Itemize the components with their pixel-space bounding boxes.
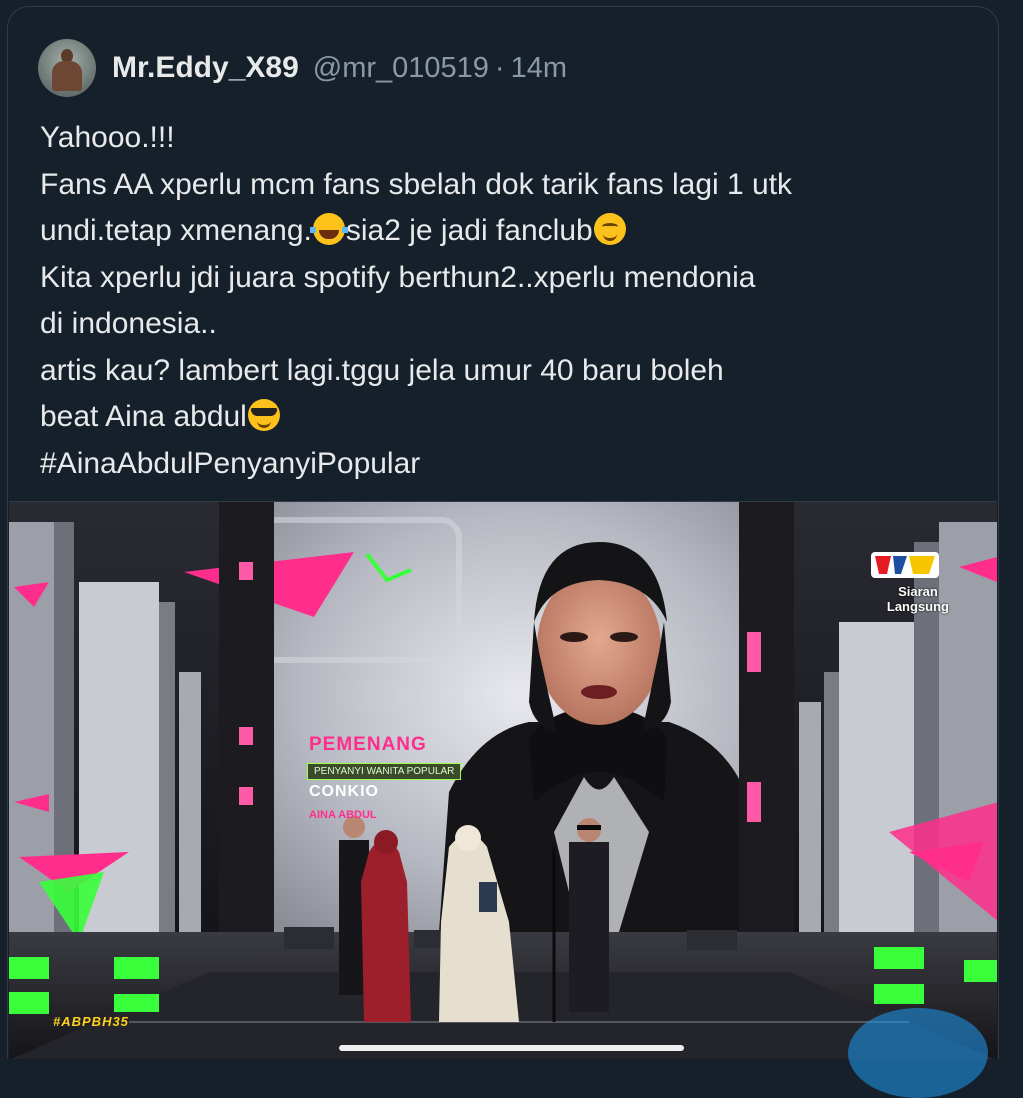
broadcast-status-line-1: Siaran [898,584,938,599]
home-indicator[interactable] [339,1045,684,1051]
face-with-tears-of-joy-icon [309,213,348,245]
overlay-winner: AINA ABDUL [309,809,377,821]
tweet-body: Yahooo.!!! Fans AA xperlu mcm fans sbela… [40,115,980,487]
tweet-line: Fans AA xperlu mcm fans sbelah dok tarik… [40,167,793,201]
tweet-line: Kita xperlu jdi juara spotify berthun2..… [40,260,756,294]
tweet-line: Yahooo.!!! [40,121,175,154]
tweet-card[interactable]: Mr.Eddy_X89 @mr_010519 · 14m Yahooo.!!! … [7,6,999,1059]
tweet-media-image[interactable]: PEMENANG PENYANYI WANITA POPULAR CONKIO … [9,501,997,1059]
overlay-hashtag: #ABPBH35 [53,1014,129,1029]
avatar[interactable] [38,39,96,97]
tweet-line: undi.tetap xmenang. sia2 je jadi fanclub [40,208,980,255]
author-handle[interactable]: @mr_010519 [313,52,489,85]
broadcast-status-line-2: Langsung [886,599,949,614]
post-time[interactable]: 14m [511,52,567,85]
tv3-logo-icon [871,552,939,578]
tweet-line: artis kau? lambert lagi.tggu jela umur 4… [40,353,724,387]
author-row: Mr.Eddy_X89 @mr_010519 · 14m [112,51,567,85]
tweet-text-segment: sia2 je jadi fanclub [345,214,593,247]
author-display-name[interactable]: Mr.Eddy_X89 [112,51,299,85]
tweet-text-segment: undi.tetap xmenang. [40,214,312,247]
broadcast-status: Siaran Langsung [887,584,949,614]
smiling-face-icon [593,213,626,245]
tweet-text-segment: beat Aina abdul [40,400,247,433]
hashtag-link[interactable]: #AinaAbdulPenyanyiPopular [40,441,980,488]
tweet-header: Mr.Eddy_X89 @mr_010519 · 14m [38,37,567,99]
smiling-face-with-sunglasses-icon [247,399,280,431]
floating-action-button[interactable] [848,1008,988,1098]
tweet-line: beat Aina abdul [40,394,980,441]
overlay-title: PEMENANG [309,734,427,755]
tweet-line: di indonesia.. [40,307,217,340]
overlay-category: PENYANYI WANITA POPULAR [307,763,462,780]
overlay-sponsor: CONKIO [309,783,379,800]
separator-dot: · [494,52,505,84]
stage-photo [9,502,997,1059]
